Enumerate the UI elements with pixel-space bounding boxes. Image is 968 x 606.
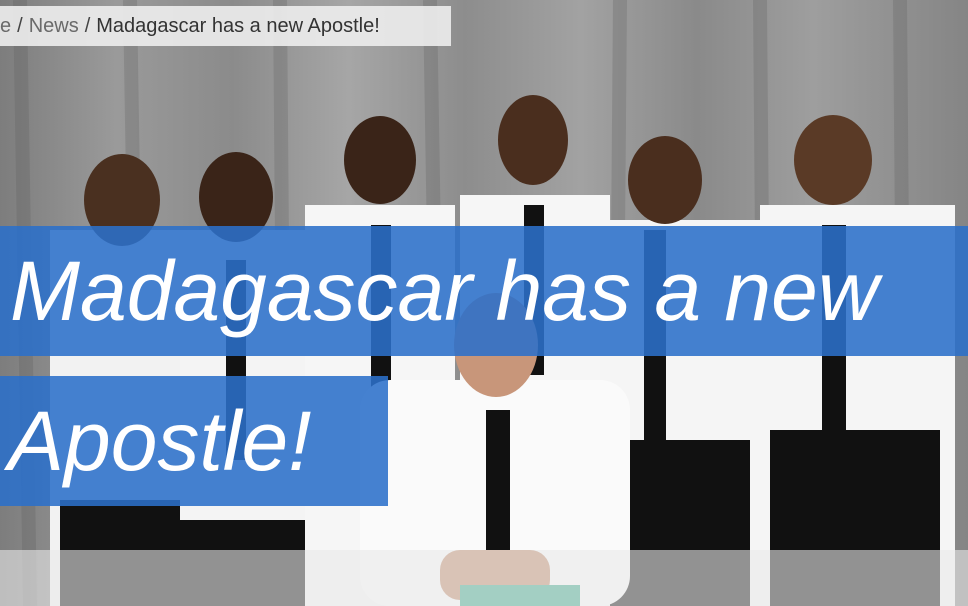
headline-line-2-text: Apostle! bbox=[8, 394, 312, 488]
headline-line-1: Madagascar has a new bbox=[0, 226, 968, 356]
headline-line-1-text: Madagascar has a new bbox=[10, 244, 879, 338]
breadcrumb-news-link[interactable]: News bbox=[29, 15, 79, 38]
breadcrumb-current: Madagascar has a new Apostle! bbox=[96, 14, 380, 37]
hero-photo: e / News / Madagascar has a new Apostle!… bbox=[0, 0, 968, 606]
headline-line-2: Apostle! bbox=[0, 376, 388, 506]
breadcrumb-home-link[interactable]: e bbox=[0, 15, 11, 38]
breadcrumb: e / News / Madagascar has a new Apostle! bbox=[0, 6, 451, 46]
breadcrumb-separator: / bbox=[84, 14, 91, 37]
breadcrumb-separator: / bbox=[17, 14, 23, 37]
